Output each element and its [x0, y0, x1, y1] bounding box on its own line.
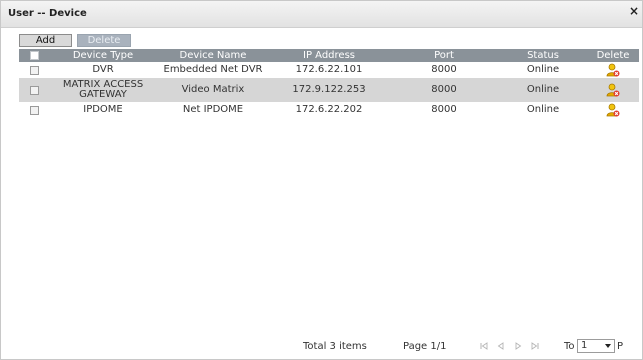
user-delete-icon[interactable] [606, 83, 620, 97]
device-name-cell: Embedded Net DVR [163, 64, 263, 75]
column-header-port[interactable]: Port [389, 49, 499, 62]
status-cell: Online [526, 84, 560, 95]
user-delete-icon[interactable] [606, 103, 620, 117]
column-header-device-name[interactable]: Device Name [157, 49, 269, 62]
table-row[interactable]: DVR Embedded Net DVR 172.6.22.101 8000 O… [19, 62, 639, 78]
first-page-icon[interactable] [479, 340, 489, 352]
device-table: Device Type Device Name IP Address Port … [19, 49, 639, 118]
column-header-delete[interactable]: Delete [587, 49, 639, 62]
table-row[interactable]: IPDOME Net IPDOME 172.6.22.202 8000 Onli… [19, 102, 639, 118]
port-cell: 8000 [431, 104, 457, 115]
row-delete-cell [587, 102, 639, 118]
next-page-icon[interactable] [513, 340, 523, 352]
ip-address-cell: 172.6.22.202 [295, 104, 363, 115]
total-items-label: Total 3 items [303, 341, 367, 352]
column-header-status[interactable]: Status [499, 49, 587, 62]
row-select-cell [19, 102, 49, 118]
row-delete-cell [587, 62, 639, 78]
column-header-ip-address[interactable]: IP Address [269, 49, 389, 62]
ip-address-cell: 172.9.122.253 [292, 84, 366, 95]
column-header-device-type[interactable]: Device Type [49, 49, 157, 62]
page-select[interactable]: 1 [577, 339, 615, 353]
device-name-cell: Net IPDOME [182, 104, 244, 115]
row-select-cell [19, 62, 49, 78]
select-all-cell [19, 49, 49, 62]
add-button[interactable]: Add [19, 34, 72, 47]
row-checkbox[interactable] [29, 85, 39, 95]
device-type-cell: IPDOME [83, 104, 123, 115]
user-delete-icon[interactable] [606, 63, 620, 77]
device-type-cell: DVR [92, 64, 114, 75]
status-cell: Online [526, 104, 560, 115]
previous-page-icon[interactable] [496, 340, 506, 352]
row-delete-cell [587, 78, 639, 102]
table-row[interactable]: MATRIX ACCESS GATEWAY Video Matrix 172.9… [19, 78, 639, 102]
row-select-cell [19, 78, 49, 102]
delete-button[interactable]: Delete [77, 34, 131, 47]
page-select-suffix: P [617, 341, 624, 352]
go-to-page-label: To [564, 341, 575, 352]
port-cell: 8000 [431, 64, 457, 75]
title-bar[interactable]: User -- Device × [1, 1, 642, 28]
device-name-cell: Video Matrix [181, 84, 245, 95]
port-cell: 8000 [431, 84, 457, 95]
chevron-down-icon [605, 344, 611, 348]
status-cell: Online [526, 64, 560, 75]
dialog-title: User -- Device [8, 8, 87, 19]
device-type-cell: MATRIX ACCESS GATEWAY [62, 79, 144, 100]
page-indicator: Page 1/1 [403, 341, 447, 352]
select-all-checkbox[interactable] [29, 51, 39, 60]
ip-address-cell: 172.6.22.101 [295, 64, 363, 75]
row-checkbox[interactable] [29, 105, 39, 115]
row-checkbox[interactable] [29, 65, 39, 75]
user-device-dialog: User -- Device × Add Delete Device Type … [0, 0, 643, 360]
last-page-icon[interactable] [530, 340, 540, 352]
table-header: Device Type Device Name IP Address Port … [19, 49, 639, 62]
page-select-value: 1 [581, 340, 588, 351]
close-icon[interactable]: × [629, 4, 641, 18]
